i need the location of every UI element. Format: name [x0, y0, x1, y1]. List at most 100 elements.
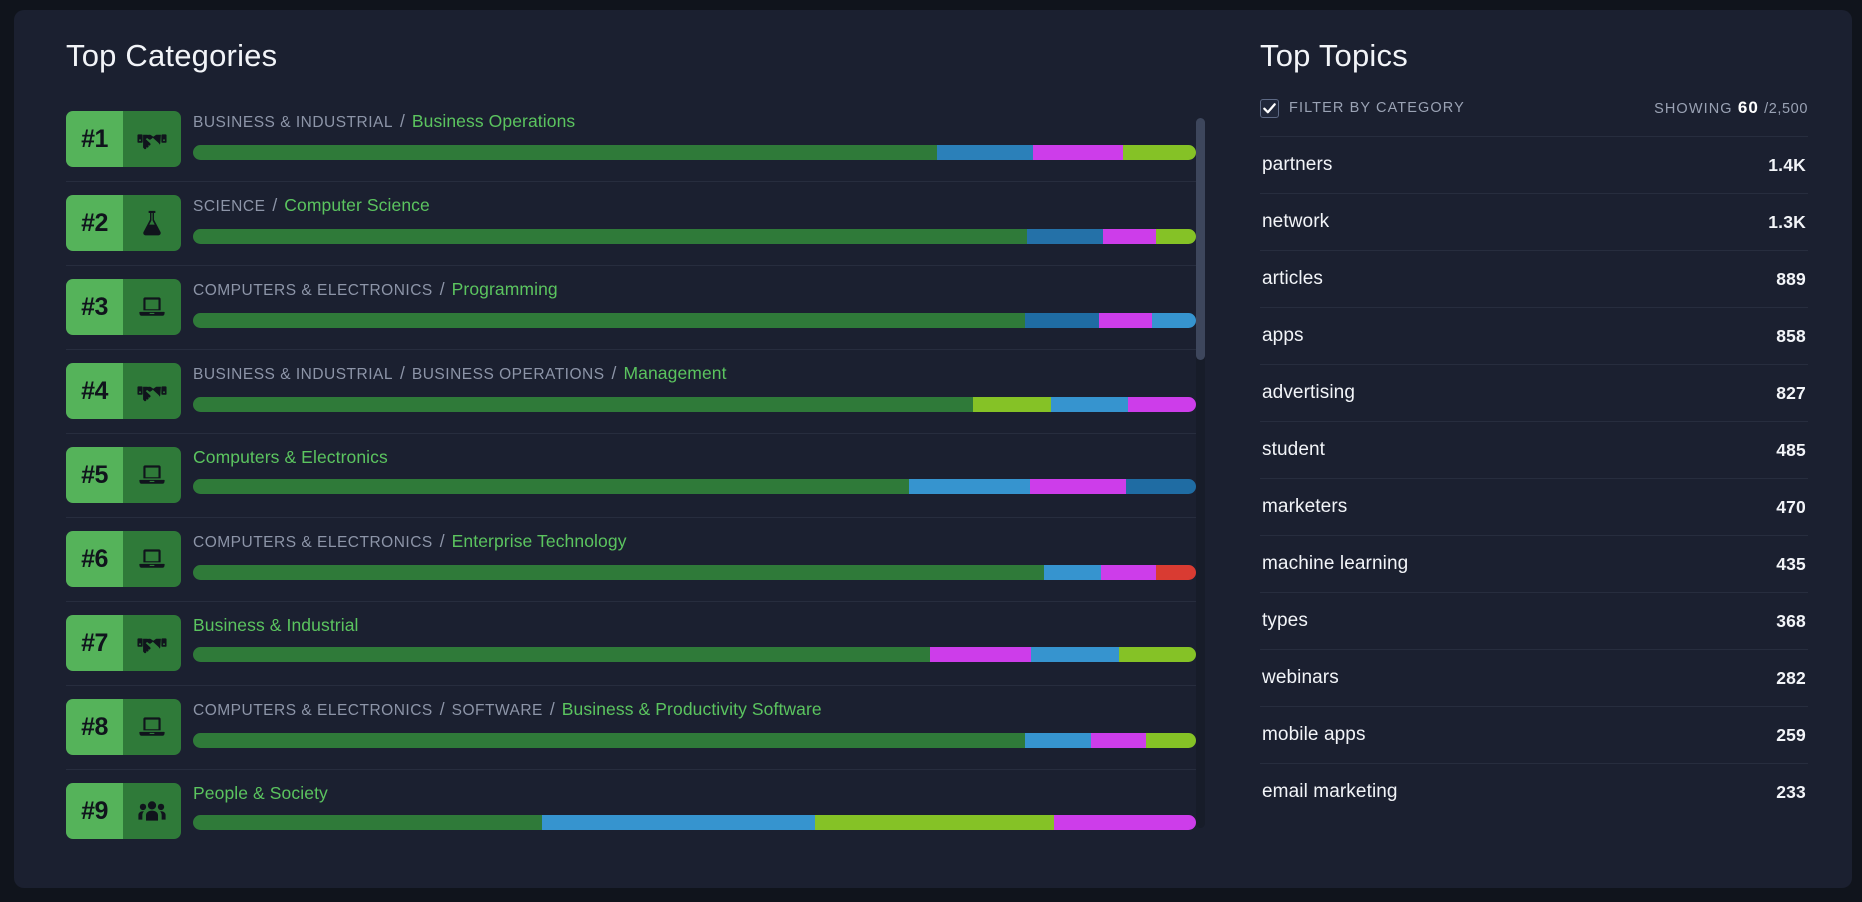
bar-segment: [1050, 397, 1128, 412]
top-topics-section: Top Topics FILTER BY CATEGORY SHOWING 60…: [1236, 10, 1852, 888]
category-leaf-label: Programming: [451, 279, 558, 299]
topic-count: 827: [1776, 382, 1806, 403]
showing-label: SHOWING: [1654, 101, 1733, 117]
bar-segment: [1027, 229, 1103, 244]
showing-total: /2,500: [1764, 101, 1808, 117]
filter-checkbox[interactable]: [1260, 98, 1279, 118]
topic-row[interactable]: marketers 470: [1260, 478, 1808, 535]
bar-segment: [193, 733, 1026, 748]
categories-scrollbar-track[interactable]: [1196, 118, 1205, 828]
bar-segment: [1100, 565, 1156, 580]
category-distribution-bar: [193, 479, 1196, 494]
bar-segment: [1029, 479, 1126, 494]
topic-name: webinars: [1262, 667, 1339, 688]
bar-segment: [1122, 145, 1196, 160]
bar-segment: [193, 229, 1028, 244]
crumb-separator: /: [434, 279, 450, 299]
category-rank-badge: #8: [66, 699, 181, 755]
category-crumb: BUSINESS & INDUSTRIAL: [193, 114, 393, 131]
bar-segment: [1098, 313, 1152, 328]
laptop-icon: [123, 531, 181, 587]
topic-count: 889: [1776, 268, 1806, 289]
topic-name: advertising: [1262, 382, 1355, 403]
category-rank-badge: #9: [66, 783, 181, 839]
category-path-label: SCIENCE / Computer Science: [193, 194, 1196, 218]
topic-row[interactable]: webinars 282: [1260, 649, 1808, 706]
topic-count: 1.4K: [1768, 154, 1806, 175]
category-body: COMPUTERS & ELECTRONICS / Enterprise Tec…: [193, 525, 1196, 580]
category-distribution-bar: [193, 565, 1196, 580]
category-crumb: SCIENCE: [193, 198, 266, 215]
rank-label: #3: [66, 279, 123, 335]
category-rank-badge: #2: [66, 195, 181, 251]
rank-label: #9: [66, 783, 123, 839]
category-row[interactable]: #2 SCIENCE / Computer Science: [66, 182, 1196, 266]
category-leaf-label: Business Operations: [411, 111, 576, 131]
category-row[interactable]: #4 BUSINESS & INDUSTRIAL / BUSINESS OPER…: [66, 350, 1196, 434]
category-leaf-label: Business & Productivity Software: [561, 699, 822, 719]
topic-row[interactable]: apps 858: [1260, 307, 1808, 364]
crumb-separator: /: [434, 531, 450, 551]
bar-segment: [193, 313, 1026, 328]
category-path-label: People & Society: [193, 782, 1196, 804]
category-row[interactable]: #5 Computers & Electronics: [66, 434, 1196, 518]
top-categories-title: Top Categories: [66, 38, 278, 73]
topic-row[interactable]: mobile apps 259: [1260, 706, 1808, 763]
categories-scrollbar-thumb[interactable]: [1196, 118, 1205, 360]
category-distribution-bar: [193, 733, 1196, 748]
topic-row[interactable]: network 1.3K: [1260, 193, 1808, 250]
category-row[interactable]: #3 COMPUTERS & ELECTRONICS / Programming: [66, 266, 1196, 350]
laptop-icon: [123, 447, 181, 503]
topic-row[interactable]: types 368: [1260, 592, 1808, 649]
topic-row[interactable]: advertising 827: [1260, 364, 1808, 421]
bar-segment: [193, 479, 910, 494]
topic-count: 282: [1776, 667, 1806, 688]
topic-name: machine learning: [1262, 553, 1409, 574]
bar-segment: [1125, 479, 1196, 494]
crumb-separator: /: [395, 363, 410, 383]
topic-row[interactable]: articles 889: [1260, 250, 1808, 307]
filter-by-category-label: FILTER BY CATEGORY: [1289, 100, 1465, 116]
bar-segment: [1025, 733, 1091, 748]
bar-segment: [1118, 647, 1196, 662]
category-body: BUSINESS & INDUSTRIAL / BUSINESS OPERATI…: [193, 357, 1196, 412]
topic-row[interactable]: student 485: [1260, 421, 1808, 478]
category-body: COMPUTERS & ELECTRONICS / Programming: [193, 273, 1196, 328]
topic-name: mobile apps: [1262, 724, 1366, 745]
category-distribution-bar: [193, 815, 1196, 830]
rank-label: #2: [66, 195, 123, 251]
filter-by-category-toggle[interactable]: FILTER BY CATEGORY: [1260, 98, 1465, 118]
people-icon: [123, 783, 181, 839]
bar-segment: [973, 397, 1051, 412]
topic-count: 259: [1776, 724, 1806, 745]
bar-segment: [193, 565, 1044, 580]
topic-row[interactable]: partners 1.4K: [1260, 136, 1808, 193]
topic-row[interactable]: machine learning 435: [1260, 535, 1808, 592]
topic-name: email marketing: [1262, 781, 1398, 802]
category-row[interactable]: #9 People & Society: [66, 770, 1196, 854]
category-rank-badge: #5: [66, 447, 181, 503]
bar-segment: [937, 145, 1033, 160]
laptop-icon: [123, 279, 181, 335]
rank-label: #6: [66, 531, 123, 587]
crumb-separator: /: [434, 699, 450, 719]
category-row[interactable]: #6 COMPUTERS & ELECTRONICS / Enterprise …: [66, 518, 1196, 602]
bar-segment: [193, 397, 974, 412]
topics-header-bar: FILTER BY CATEGORY SHOWING 60 /2,500: [1260, 98, 1808, 130]
category-row[interactable]: #1 BUSINESS & INDUSTRIAL / Business Oper…: [66, 98, 1196, 182]
category-leaf-label: Computer Science: [284, 195, 430, 215]
category-row[interactable]: #7 Business & Industrial: [66, 602, 1196, 686]
category-row[interactable]: #8 COMPUTERS & ELECTRONICS / SOFTWARE / …: [66, 686, 1196, 770]
category-path-label: BUSINESS & INDUSTRIAL / BUSINESS OPERATI…: [193, 362, 1196, 386]
topic-row[interactable]: email marketing 233: [1260, 763, 1808, 820]
topic-name: articles: [1262, 268, 1323, 289]
category-crumb: BUSINESS OPERATIONS: [411, 366, 605, 383]
category-path-label: COMPUTERS & ELECTRONICS / Programming: [193, 278, 1196, 302]
bar-segment: [1145, 733, 1196, 748]
category-crumb: COMPUTERS & ELECTRONICS: [193, 702, 433, 719]
showing-count: 60: [1737, 98, 1759, 117]
handshake-icon: [123, 111, 181, 167]
bar-segment: [542, 815, 815, 830]
category-body: People & Society: [193, 777, 1196, 830]
topic-count: 470: [1776, 496, 1806, 517]
